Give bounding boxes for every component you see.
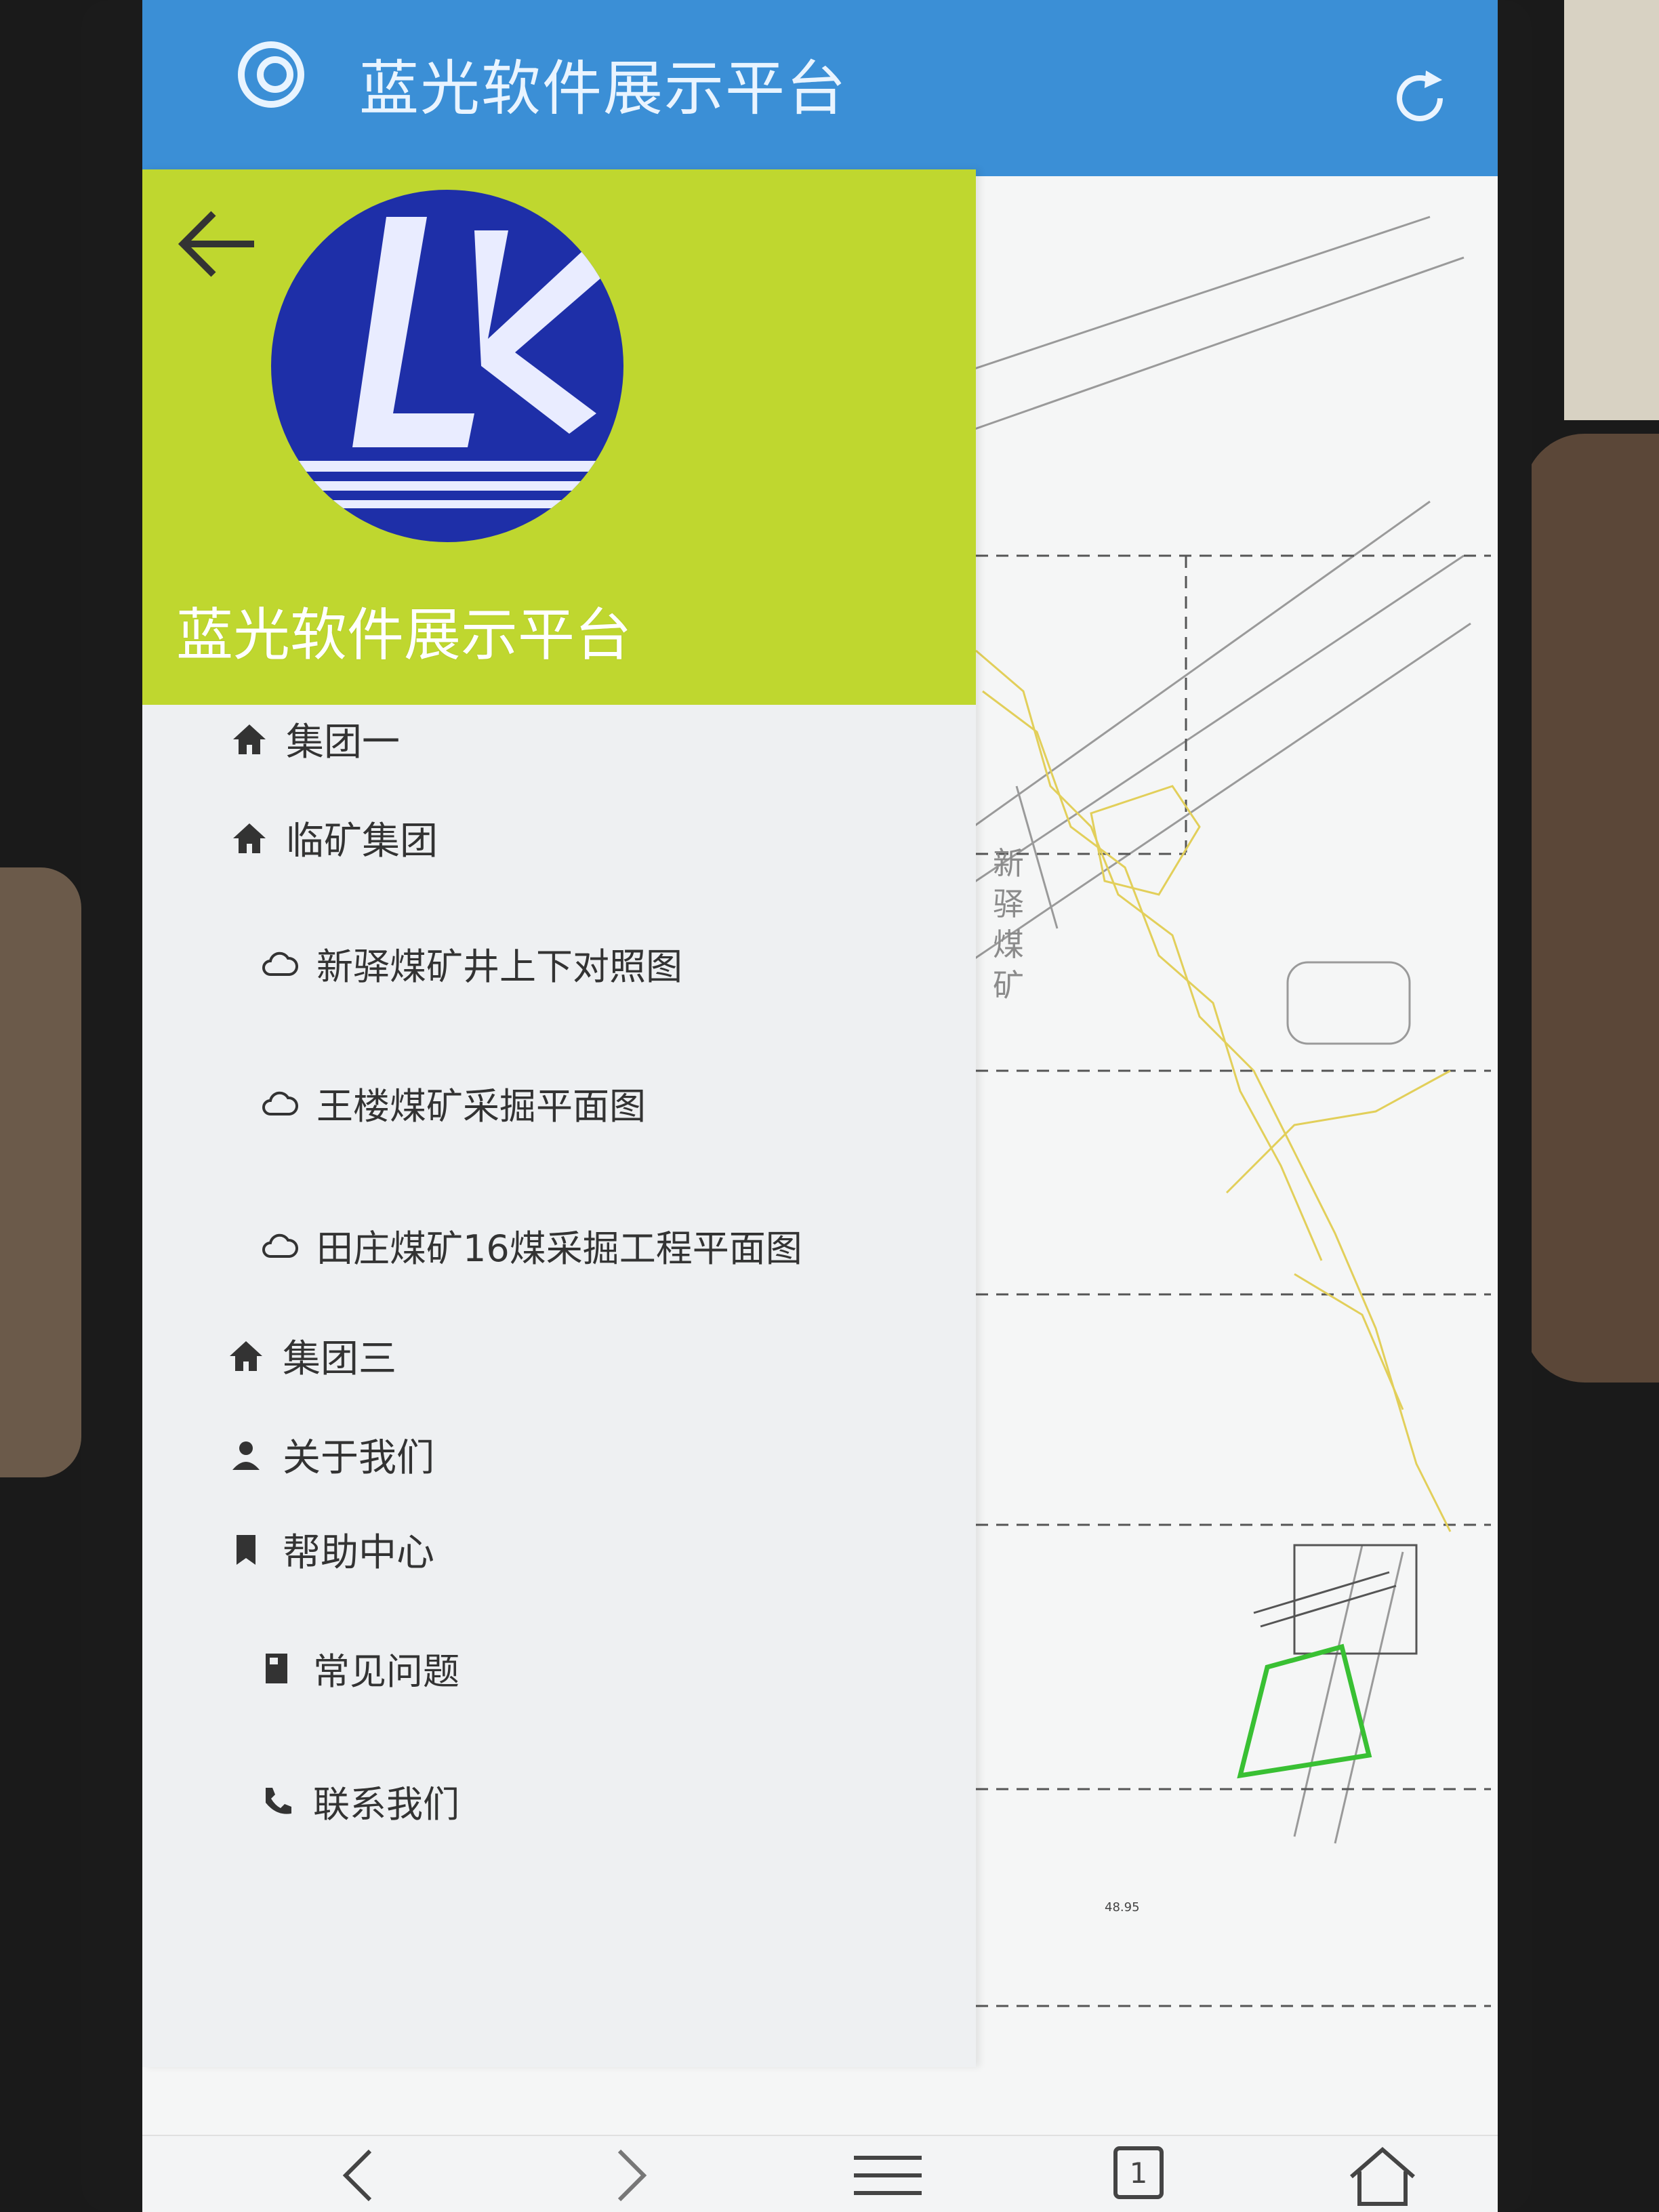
- menu-item-about-us[interactable]: 关于我们: [227, 1427, 434, 1482]
- menu-item-help-center[interactable]: 帮助中心: [227, 1522, 434, 1577]
- svg-text:矿: 矿: [993, 967, 1024, 1004]
- background-desk: [1564, 0, 1659, 420]
- brand-logo: [271, 190, 623, 542]
- menu-item-label: 临矿集团: [286, 819, 438, 863]
- bookmark-icon: [237, 1534, 255, 1565]
- menu-item-label: 集团一: [286, 720, 400, 764]
- menu-item-label: 常见问题: [313, 1650, 459, 1693]
- refresh-icon[interactable]: [1382, 61, 1457, 136]
- menu-item-label: 新驿煤矿井上下对照图: [316, 945, 682, 988]
- svg-text:新: 新: [993, 845, 1024, 882]
- app-logo-icon: [238, 41, 304, 108]
- menu-item-label: 关于我们: [283, 1436, 434, 1480]
- navigation-drawer: 蓝光软件展示平台 集团一 临矿集团 新驿煤矿井上下对照图 王楼煤矿采掘平面图 田…: [142, 169, 976, 2067]
- back-arrow-icon[interactable]: [169, 197, 264, 291]
- menu-item-group-one[interactable]: 集团一: [230, 712, 400, 766]
- book-icon: [266, 1653, 287, 1683]
- back-icon[interactable]: [312, 2142, 407, 2209]
- map-number: 48.95: [1105, 1900, 1140, 1914]
- home-icon[interactable]: [1335, 2142, 1430, 2209]
- app-title: 蓝光软件展示平台: [359, 54, 848, 123]
- home-icon: [230, 1340, 262, 1371]
- menu-item-label: 集团三: [283, 1337, 396, 1381]
- finger-left: [0, 867, 81, 1477]
- tab-count: 1: [1129, 2156, 1148, 2190]
- svg-text:煤: 煤: [993, 926, 1024, 963]
- svg-text:驿: 驿: [993, 886, 1024, 922]
- forward-icon[interactable]: [583, 2142, 678, 2209]
- screen: 蓝光软件展示平台 新 驿 煤 矿 48.95 蓝光软件展示平台 集团一 临矿集团…: [142, 0, 1498, 2212]
- app-bar: 蓝光软件展示平台: [142, 0, 1498, 176]
- menu-item-contact-us[interactable]: 联系我们: [258, 1774, 459, 1828]
- menu-item-label: 联系我们: [313, 1783, 459, 1826]
- menu-item-label: 王楼煤矿采掘平面图: [316, 1085, 646, 1128]
- menu-item-linkuang-group[interactable]: 临矿集团: [230, 811, 438, 865]
- menu-item-faq[interactable]: 常见问题: [258, 1641, 459, 1695]
- cloud-icon: [262, 951, 298, 976]
- menu-item-tianzhuang-map[interactable]: 田庄煤矿16煤采掘工程平面图: [261, 1218, 802, 1272]
- menu-item-label: 田庄煤矿16煤采掘工程平面图: [316, 1227, 802, 1270]
- phone-frame: 蓝光软件展示平台 新 驿 煤 矿 48.95 蓝光软件展示平台 集团一 临矿集团…: [81, 0, 1532, 2212]
- home-icon: [233, 724, 266, 754]
- drawer-title: 蓝光软件展示平台: [176, 602, 632, 668]
- cloud-icon: [262, 1091, 298, 1115]
- phone-icon: [266, 1787, 291, 1814]
- drawer-header: 蓝光软件展示平台: [142, 169, 976, 705]
- home-icon: [233, 823, 266, 853]
- menu-item-group-three[interactable]: 集团三: [227, 1328, 396, 1383]
- menu-item-wanglou-map[interactable]: 王楼煤矿采掘平面图: [261, 1076, 646, 1130]
- finger-right: [1523, 434, 1659, 1382]
- user-icon: [232, 1441, 260, 1470]
- cloud-icon: [262, 1233, 298, 1258]
- tabs-button[interactable]: 1: [1091, 2142, 1186, 2209]
- browser-bottom-nav: 1: [142, 2135, 1498, 2212]
- menu-item-label: 帮助中心: [283, 1531, 434, 1575]
- menu-icon[interactable]: [840, 2142, 935, 2209]
- menu-item-xinyi-map[interactable]: 新驿煤矿井上下对照图: [261, 937, 682, 990]
